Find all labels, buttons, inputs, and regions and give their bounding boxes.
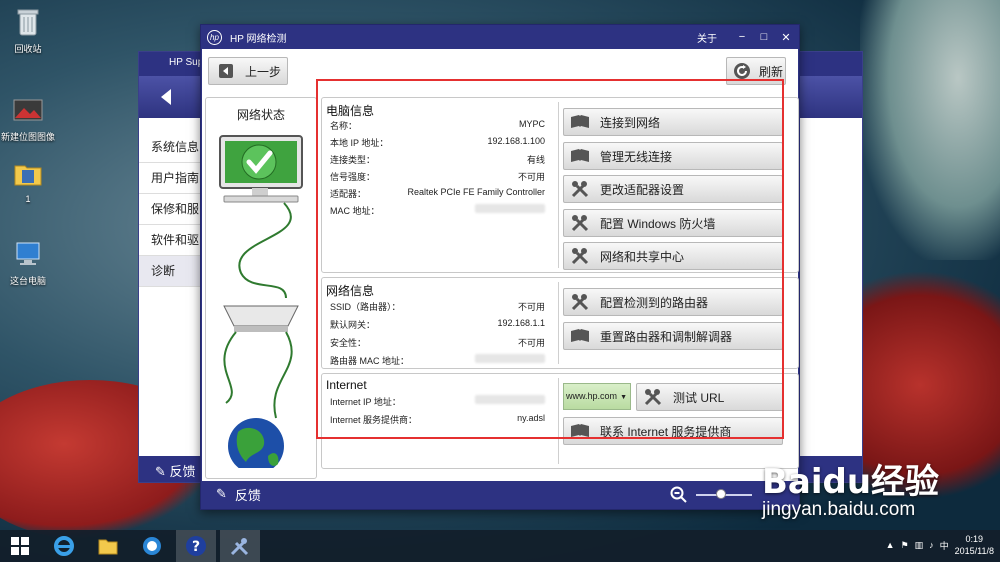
folder-icon — [14, 165, 42, 186]
system-tray: ▲ ⚑ ▥ ♪ 中 0:19 2015/11/8 — [886, 533, 994, 557]
nav-item-warranty[interactable]: 保修和服 — [139, 194, 201, 225]
desktop-icon-folder-1[interactable]: 1 — [0, 158, 56, 204]
clock-date: 2015/11/8 — [954, 546, 994, 556]
feedback-link[interactable]: 反馈 — [235, 485, 261, 504]
network-tool-icon — [230, 538, 249, 556]
feedback-icon: ✎ — [216, 486, 227, 501]
desktop-icon-this-pc[interactable]: 这台电脑 — [0, 238, 56, 287]
close-button[interactable]: ✕ — [777, 31, 795, 44]
computer-icon — [16, 242, 40, 265]
watermark-url: jingyan.baidu.com — [762, 499, 916, 520]
computer-ok-icon — [219, 135, 303, 203]
network-status-diagram — [219, 135, 303, 468]
hp-logo-icon: hp — [207, 29, 222, 45]
windows-logo-icon — [11, 537, 29, 555]
desktop-icon-label: 这台电脑 — [9, 276, 46, 286]
cloud-app-icon — [143, 537, 161, 555]
back-arrow-icon[interactable] — [157, 87, 177, 107]
desktop-wallpaper-swoosh — [860, 0, 1000, 260]
folder-icon — [98, 539, 118, 555]
taskbar-internet-explorer[interactable] — [44, 530, 84, 562]
taskbar: ? ▲ ⚑ ▥ ♪ 中 0:19 2015/11/8 — [0, 530, 1000, 562]
hp-support-nav: 系统信息 用户指南 保修和服 软件和驱 诊断 — [139, 132, 201, 287]
about-link[interactable]: 关于 — [697, 30, 717, 45]
taskbar-app-circle[interactable] — [132, 530, 172, 562]
nav-item-software[interactable]: 软件和驱 — [139, 225, 201, 256]
router-icon — [223, 305, 299, 332]
network-status-title: 网络状态 — [236, 108, 285, 122]
maximize-button[interactable]: □ — [755, 31, 773, 43]
start-button[interactable] — [0, 530, 40, 562]
taskbar-hp-support[interactable]: ? — [176, 530, 216, 562]
taskbar-file-explorer[interactable] — [88, 530, 128, 562]
zoom-out-icon[interactable] — [670, 486, 688, 504]
svg-text:?: ? — [192, 539, 200, 555]
zoom-control — [670, 486, 752, 504]
tray-network-icon[interactable]: ▥ — [915, 540, 924, 551]
zoom-slider[interactable] — [696, 489, 752, 499]
desktop-icon-label: 新建位图图像 — [0, 132, 55, 142]
nav-item-user-guide[interactable]: 用户指南 — [139, 163, 201, 194]
tray-clock[interactable]: 0:19 2015/11/8 — [955, 533, 994, 557]
nav-item-diagnostics[interactable]: 诊断 — [139, 256, 201, 287]
globe-icon — [228, 418, 284, 468]
desktop-icon-label: 1 — [25, 194, 31, 204]
zoom-slider-thumb[interactable] — [716, 489, 726, 499]
tray-up-arrow-icon[interactable]: ▲ — [886, 540, 895, 550]
minimize-button[interactable]: − — [733, 31, 751, 43]
internet-explorer-icon — [54, 536, 74, 556]
desktop-icon-label: 回收站 — [14, 44, 42, 54]
desktop-icon-recycle-bin[interactable]: 回收站 — [0, 6, 56, 55]
hp-support-feedback-label: 反馈 — [169, 464, 196, 479]
tray-volume-icon[interactable]: ♪ — [929, 540, 934, 550]
back-button-label: 上一步 — [245, 64, 282, 79]
watermark-brand: Baidu经验 — [762, 462, 940, 502]
desktop-icon-new-bitmap[interactable]: 新建位图图像 — [0, 94, 56, 143]
tray-ime-indicator[interactable]: 中 — [940, 539, 949, 552]
bitmap-file-icon — [13, 99, 43, 121]
refresh-button-label: 刷新 — [759, 64, 784, 79]
window-title: HP 网络检测 — [230, 33, 287, 45]
back-arrow-icon — [219, 64, 233, 78]
network-status-panel: 网络状态 — [205, 97, 317, 479]
help-icon: ? — [186, 536, 206, 556]
baidu-watermark: Baidu经验 jingyan.baidu.com — [762, 454, 939, 521]
refresh-icon — [734, 63, 750, 79]
back-button[interactable]: 上一步 — [208, 57, 288, 85]
feedback-icon: ✎ — [155, 464, 166, 479]
highlight-box — [316, 79, 784, 439]
window-titlebar: hp HP 网络检测 关于 − □ ✕ — [201, 25, 799, 49]
taskbar-network-check[interactable] — [220, 530, 260, 562]
recycle-bin-icon — [17, 9, 39, 36]
window-footer: ✎ 反馈 — [202, 480, 798, 508]
clock-time: 0:19 — [965, 534, 984, 544]
nav-item-system-info[interactable]: 系统信息 — [139, 132, 201, 163]
tray-flag-icon[interactable]: ⚑ — [901, 540, 909, 551]
